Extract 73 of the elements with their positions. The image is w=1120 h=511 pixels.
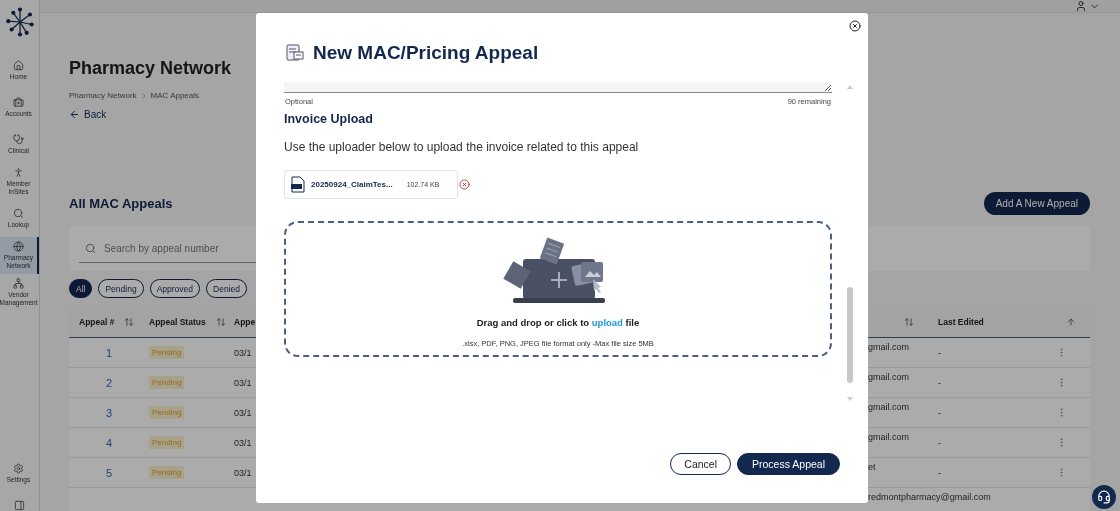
- upload-instructions: Use the uploader below to upload the invoice related to this appeal: [284, 140, 640, 154]
- clinical-icon: [13, 134, 24, 145]
- user-menu-button[interactable]: [1075, 0, 1100, 12]
- resize-handle-icon[interactable]: [825, 85, 831, 91]
- back-link[interactable]: Back: [69, 109, 107, 120]
- table-cell: gmail.com: [868, 372, 909, 382]
- status-badge: Pending: [149, 466, 185, 479]
- section-title: Invoice Upload: [284, 112, 374, 126]
- table-cell: 03/1: [234, 347, 252, 358]
- appeal-link[interactable]: 3: [105, 406, 113, 419]
- arrow-left-icon: [69, 109, 80, 120]
- sort-ascending-icon[interactable]: [1066, 316, 1076, 327]
- sort-icon[interactable]: [215, 316, 226, 327]
- home-icon: [13, 60, 24, 71]
- document-icon: [285, 42, 305, 63]
- table-cell: et: [868, 462, 876, 472]
- column-header: Appeal Status: [149, 316, 206, 327]
- logo-icon: [4, 5, 35, 39]
- accounts-icon: [13, 97, 24, 108]
- page-title: Pharmacy Network: [69, 58, 232, 79]
- lookup-icon: [13, 208, 24, 219]
- filter-chip[interactable]: Denied: [206, 279, 247, 298]
- appeal-link[interactable]: 4: [105, 436, 113, 449]
- table-cell: -: [938, 467, 941, 478]
- user-icon: [1075, 0, 1087, 12]
- vendor-icon: [13, 278, 24, 289]
- filter-chip[interactable]: All: [69, 279, 93, 298]
- support-button[interactable]: [1092, 485, 1116, 509]
- column-header: Appeal #: [79, 316, 115, 327]
- table-cell: -: [938, 377, 941, 388]
- process-appeal-button[interactable]: Process Appeal: [737, 453, 840, 475]
- remove-file-button[interactable]: [459, 179, 471, 190]
- status-badge: Pending: [149, 376, 185, 389]
- headset-icon: [1097, 490, 1111, 504]
- file-icon: [291, 176, 305, 193]
- upload-prompt: Drag and drop or click to upload file: [476, 317, 640, 328]
- table-cell: 03/1: [234, 407, 252, 418]
- add-appeal-button[interactable]: Add A New Appeal: [983, 192, 1090, 215]
- appeal-link[interactable]: 2: [105, 376, 113, 389]
- appeal-link[interactable]: 5: [105, 466, 113, 479]
- sort-icon[interactable]: [904, 316, 914, 327]
- column-header: Last Edited: [938, 316, 984, 327]
- column-header: Appe: [234, 316, 256, 327]
- filter-chip[interactable]: Approved: [149, 279, 201, 298]
- status-badge: Pending: [149, 346, 185, 359]
- sort-icon[interactable]: [124, 316, 135, 327]
- status-badge: Pending: [149, 406, 185, 419]
- cancel-button[interactable]: Cancel: [670, 453, 732, 475]
- search-icon: [85, 242, 96, 254]
- table-cell: gmail.com: [868, 402, 909, 412]
- notes-field[interactable]: [284, 82, 832, 93]
- close-button[interactable]: [849, 20, 861, 32]
- table-cell: redmontpharmacy@gmail.com: [868, 492, 991, 502]
- table-cell: -: [938, 407, 941, 418]
- breadcrumb-link[interactable]: Pharmacy Network: [69, 91, 137, 100]
- member-icon: [13, 167, 24, 178]
- dialog-title: New MAC/Pricing Appeal: [313, 41, 539, 64]
- table-cell: gmail.com: [868, 342, 909, 352]
- table-cell: 03/1: [234, 437, 252, 448]
- pharmacy-icon: [13, 241, 24, 252]
- table-cell: -: [938, 347, 941, 358]
- file-name: 20250924_ClaimTes...: [311, 180, 393, 189]
- status-badge: Pending: [149, 436, 185, 449]
- table-cell: 03/1: [234, 377, 252, 388]
- sidebar-toggle-icon[interactable]: [14, 500, 25, 511]
- section-title: All MAC Appeals: [69, 196, 173, 211]
- settings-icon: [13, 463, 24, 474]
- appeal-link[interactable]: 1: [105, 346, 113, 359]
- table-cell: 03/1: [234, 467, 252, 478]
- table-cell: -: [938, 437, 941, 448]
- table-cell: gmail.com: [868, 432, 909, 442]
- breadcrumb-link[interactable]: MAC Appeals: [150, 91, 200, 100]
- filter-chip[interactable]: Pending: [98, 279, 144, 298]
